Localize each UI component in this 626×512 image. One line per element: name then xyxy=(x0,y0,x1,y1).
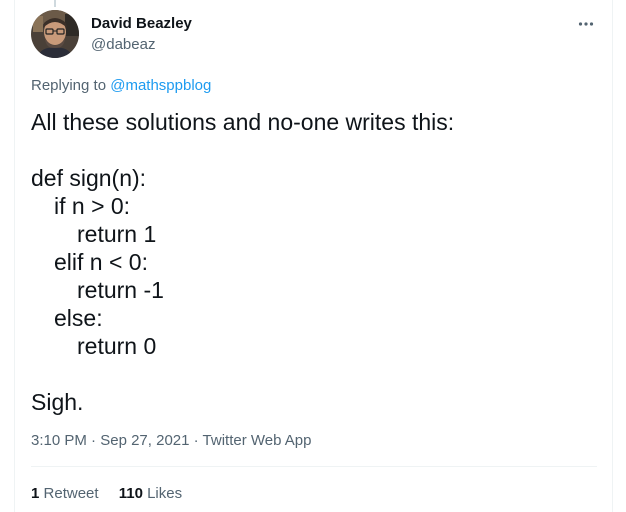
tweet-time-link[interactable]: 3:10 PM xyxy=(31,432,87,449)
likes-count: 110 xyxy=(118,485,143,502)
code-line: if n > 0: xyxy=(54,193,131,219)
code-line: return 0 xyxy=(77,333,157,359)
timeline-border-left xyxy=(14,0,15,512)
replying-to-mention-link[interactable]: @mathsppblog xyxy=(110,77,211,94)
meta-separator: · xyxy=(193,432,199,449)
code-line: elif n < 0: xyxy=(54,249,148,275)
code-line: def sign(n): xyxy=(31,165,147,191)
author-avatar[interactable] xyxy=(31,10,79,58)
tweet-date-link[interactable]: Sep 27, 2021 xyxy=(100,432,189,449)
tweet-text: All these solutions and no-one writes th… xyxy=(31,108,601,416)
tweet-stats: 1 Retweet 110 Likes xyxy=(31,484,198,503)
replying-to: Replying to @mathsppblog xyxy=(31,76,211,95)
likes-stat-link[interactable]: 110 Likes xyxy=(119,484,182,503)
retweets-label: Retweet xyxy=(43,485,99,502)
retweets-count: 1 xyxy=(31,485,40,502)
replying-to-prefix: Replying to xyxy=(31,77,107,94)
profile-photo-icon xyxy=(31,10,79,58)
tweet-metadata: 3:10 PM · Sep 27, 2021 · Twitter Web App xyxy=(31,431,312,450)
author-name[interactable]: David Beazley xyxy=(91,14,192,33)
code-line: return 1 xyxy=(77,221,157,247)
likes-label: Likes xyxy=(147,485,183,502)
more-options-icon xyxy=(578,22,594,26)
code-line: return -1 xyxy=(77,277,164,303)
thread-connector-line xyxy=(54,0,56,7)
stats-divider xyxy=(31,466,597,467)
timeline-border-right xyxy=(612,0,613,512)
tweet-outro-text: Sigh. xyxy=(31,389,84,415)
meta-separator: · xyxy=(91,432,97,449)
more-options-button[interactable] xyxy=(574,12,598,36)
code-line: else: xyxy=(54,305,103,331)
retweets-stat-link[interactable]: 1 Retweet xyxy=(31,484,99,503)
tweet-intro-text: All these solutions and no-one writes th… xyxy=(31,109,455,135)
tweet-source-link[interactable]: Twitter Web App xyxy=(203,432,312,449)
author-handle[interactable]: @dabeaz xyxy=(91,35,155,54)
